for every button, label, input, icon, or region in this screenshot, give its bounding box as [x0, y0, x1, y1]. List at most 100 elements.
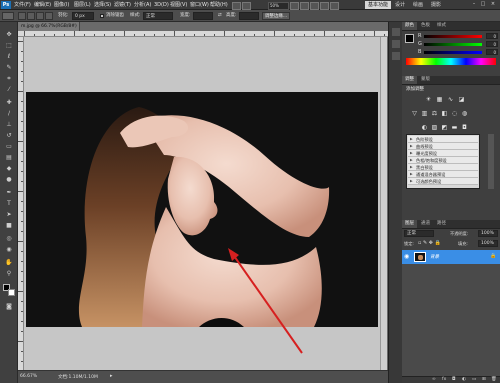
menu-window[interactable]: 窗口(W)	[190, 1, 209, 9]
document-tab[interactable]: m.jpg @ 66.7%(RGB/8#)	[18, 22, 80, 31]
black-white-icon[interactable]: ◧	[440, 110, 449, 118]
hand-icon[interactable]: ✋	[3, 258, 15, 268]
3d-camera-icon[interactable]: ◉	[3, 245, 15, 255]
tab-channels[interactable]: 通道	[418, 220, 433, 228]
refine-edge-button[interactable]: 调整边缘...	[262, 12, 290, 20]
workspace-painting[interactable]: 绘画	[410, 1, 426, 9]
healing-brush-icon[interactable]: ✚	[3, 98, 15, 108]
arrange-docs-icon[interactable]	[320, 2, 329, 10]
blend-mode-select[interactable]: 正常	[404, 230, 434, 237]
tab-layers[interactable]: 图层	[402, 220, 417, 228]
threshold-icon[interactable]: ◩	[440, 124, 449, 132]
menu-file[interactable]: 文件(F)	[14, 1, 31, 9]
preset-curves[interactable]: 曲线预设	[408, 143, 478, 150]
workspace-photography[interactable]: 摄影	[428, 1, 444, 9]
minimize-button[interactable]: –	[470, 1, 478, 8]
visibility-eye-icon[interactable]: ◉	[404, 253, 409, 260]
eyedropper-icon[interactable]: ⁄	[3, 85, 15, 95]
bridge-icon[interactable]	[232, 2, 241, 10]
add-selection-icon[interactable]	[27, 12, 35, 20]
width-input[interactable]	[193, 12, 213, 20]
crop-icon[interactable]: ⌗	[3, 74, 15, 84]
menu-help[interactable]: 帮助(H)	[210, 1, 228, 9]
color-fg-swatch[interactable]	[405, 34, 414, 43]
channel-b-value[interactable]: 0	[486, 49, 498, 55]
minibridge-icon[interactable]	[242, 2, 251, 10]
zoom-tool-icon[interactable]	[300, 2, 309, 10]
rect-marquee-icon[interactable]: ⬚	[3, 41, 15, 51]
feather-input[interactable]: 0 px	[72, 12, 94, 20]
intersect-selection-icon[interactable]	[45, 12, 53, 20]
history-panel-icon[interactable]	[392, 28, 400, 36]
fx-icon[interactable]: fx	[442, 377, 446, 382]
blur-icon[interactable]: ◆	[3, 164, 15, 174]
hand-tool-icon[interactable]	[290, 2, 299, 10]
zoom-level-select[interactable]: 50%	[268, 2, 289, 10]
clone-stamp-icon[interactable]: ⊥	[3, 120, 15, 130]
pen-icon[interactable]: ✒	[3, 188, 15, 198]
brightness-icon[interactable]: ☀	[424, 96, 433, 104]
menu-select[interactable]: 选择(S)	[94, 1, 111, 9]
vibrance-icon[interactable]: ▽	[410, 110, 419, 118]
preset-selective-color[interactable]: 可选颜色预设	[408, 178, 478, 185]
background-color-swatch[interactable]	[8, 289, 15, 296]
status-zoom[interactable]: 66.67%	[20, 374, 37, 379]
maximize-button[interactable]: □	[479, 1, 487, 8]
levels-icon[interactable]: ▦	[435, 96, 444, 104]
style-select[interactable]: 正常	[143, 12, 173, 20]
height-input[interactable]	[239, 12, 259, 20]
preset-exposure[interactable]: 曝光度预设	[408, 150, 478, 157]
curves-icon[interactable]: ∿	[446, 96, 455, 104]
actions-panel-icon[interactable]	[392, 40, 400, 48]
channel-g-value[interactable]: 0	[486, 41, 498, 47]
screen-mode-icon[interactable]	[330, 2, 339, 10]
menu-edit[interactable]: 编辑(E)	[34, 1, 51, 9]
menu-view[interactable]: 视图(V)	[170, 1, 187, 9]
info-panel-icon[interactable]	[392, 52, 400, 60]
hue-sat-icon[interactable]: ▥	[420, 110, 429, 118]
menu-layer[interactable]: 图层(L)	[74, 1, 91, 9]
workspace-design[interactable]: 设计	[392, 1, 408, 9]
preset-channel-mixer[interactable]: 通道混合器预设	[408, 171, 478, 178]
layer-row-background[interactable]: ◉ 背景 🔒	[402, 250, 500, 264]
channel-r-value[interactable]: 0	[486, 33, 498, 39]
posterize-icon[interactable]: ▨	[430, 124, 439, 132]
fill-input[interactable]: 100%	[478, 240, 498, 247]
preset-levels[interactable]: 色阶预设	[408, 136, 478, 143]
gradient-icon[interactable]: ▤	[3, 153, 15, 163]
color-spectrum-bar[interactable]	[406, 58, 496, 65]
folder-icon[interactable]: ▭	[472, 377, 476, 382]
status-menu-arrow-icon[interactable]: ▸	[110, 373, 113, 379]
photo-filter-icon[interactable]: ◌	[450, 110, 459, 118]
workspace-essentials[interactable]: 基本功能	[365, 1, 392, 9]
preset-hue-sat[interactable]: 色相/饱和度预设	[408, 157, 478, 164]
channel-b-slider[interactable]	[424, 51, 482, 54]
quick-select-icon[interactable]: ✎	[3, 63, 15, 73]
lasso-icon[interactable]: ℓ	[3, 52, 15, 62]
channel-mixer-icon[interactable]: ◍	[460, 110, 469, 118]
tab-styles[interactable]: 样式	[434, 22, 449, 30]
path-select-icon[interactable]: ➤	[3, 210, 15, 220]
menu-image[interactable]: 图像(I)	[54, 1, 69, 9]
canvas-pasteboard[interactable]	[24, 37, 387, 370]
3d-rotate-icon[interactable]: ◎	[3, 234, 15, 244]
channel-r-slider[interactable]	[424, 35, 482, 38]
new-layer-icon[interactable]: ⊞	[482, 377, 486, 382]
shape-icon[interactable]: ■	[3, 221, 15, 231]
menu-3d[interactable]: 3D(D)	[154, 1, 169, 9]
marquee-preset-icon[interactable]	[2, 12, 14, 20]
new-selection-icon[interactable]	[18, 12, 26, 20]
adjustment-icon[interactable]: ◐	[462, 377, 466, 382]
history-brush-icon[interactable]: ↺	[3, 131, 15, 141]
menu-filter[interactable]: 滤镜(T)	[114, 1, 131, 9]
subtract-selection-icon[interactable]	[36, 12, 44, 20]
layer-name[interactable]: 背景	[430, 254, 439, 260]
channel-g-slider[interactable]	[424, 43, 482, 46]
lock-icons[interactable]: ▫ ✎ ✥ 🔒	[418, 240, 441, 246]
color-balance-icon[interactable]: ⚖	[430, 110, 439, 118]
close-button[interactable]: ×	[489, 1, 497, 8]
move-tool-icon[interactable]: ✥	[3, 30, 15, 40]
antialias-checkbox[interactable]	[100, 14, 104, 18]
eraser-icon[interactable]: ▭	[3, 142, 15, 152]
type-icon[interactable]: T	[3, 199, 15, 209]
